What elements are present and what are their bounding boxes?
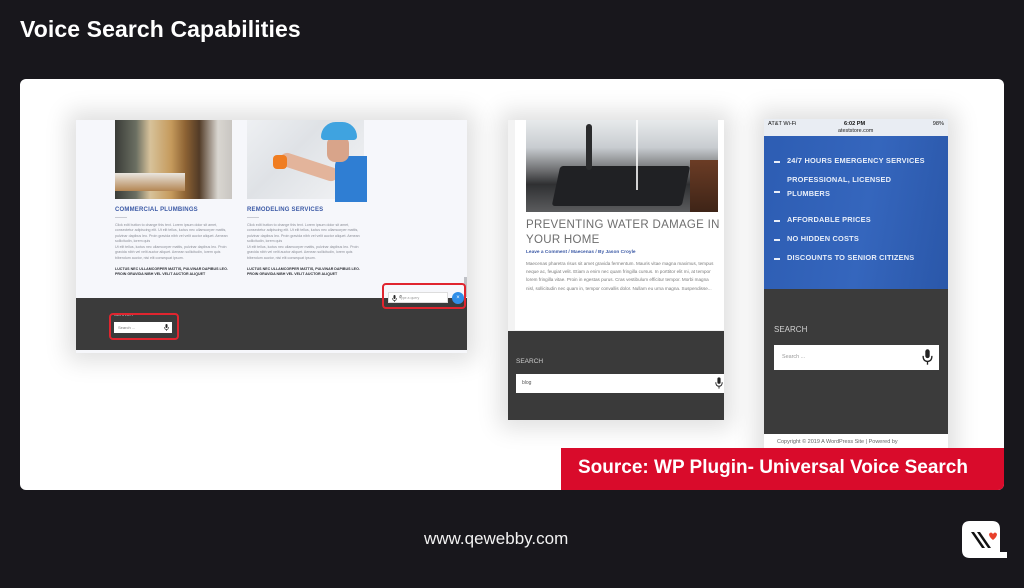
microphone-icon[interactable] xyxy=(715,377,723,389)
footer-url[interactable]: www.qewebby.com xyxy=(424,529,568,549)
blog-screenshot: PREVENTING WATER DAMAGE IN YOUR HOME Lea… xyxy=(508,120,724,420)
bullet-icon xyxy=(774,220,780,222)
search-value: blog xyxy=(522,380,532,386)
search-input[interactable]: blog xyxy=(516,374,724,393)
divider xyxy=(247,217,259,218)
screenshots-card: COMMERCIAL PLUMBINGS REMODELING SERVICES… xyxy=(20,79,1004,490)
service-bold-text: LUCTUS NEC ULLAMCORPER MATTIS, PULVINAR … xyxy=(247,267,360,277)
feature-item: PROFESSIONAL, LICENSED PLUMBERS xyxy=(787,175,892,198)
remodeling-image xyxy=(247,120,367,202)
features-section: 24/7 HOURS EMERGENCY SERVICES PROFESSION… xyxy=(764,136,948,289)
clock: 6:02 PM xyxy=(844,121,866,127)
search-placeholder: Search ... xyxy=(782,354,806,360)
service-text: Ut elit tellus, luctus nec ullamcorper m… xyxy=(115,245,227,260)
service-text: Ut elit tellus, luctus nec ullamcorper m… xyxy=(247,245,359,260)
service-heading: REMODELING SERVICES xyxy=(247,207,324,213)
highlight-box xyxy=(382,283,466,309)
service-text: Click edit button to change this text. L… xyxy=(247,223,360,244)
address-bar[interactable]: ateststore.com xyxy=(838,128,873,134)
service-text: Click edit button to change this text. L… xyxy=(115,223,228,244)
feature-item: DISCOUNTS TO SENIOR CITIZENS xyxy=(787,253,915,262)
post-title[interactable]: PREVENTING WATER DAMAGE IN YOUR HOME xyxy=(526,218,721,248)
microphone-icon[interactable] xyxy=(922,349,933,365)
bullet-icon xyxy=(774,161,780,163)
feature-item: 24/7 HOURS EMERGENCY SERVICES xyxy=(787,156,925,165)
search-label: SEARCH xyxy=(774,325,808,334)
carrier: AT&T Wi-Fi xyxy=(768,121,797,127)
desktop-screenshot: COMMERCIAL PLUMBINGS REMODELING SERVICES… xyxy=(76,120,467,353)
bullet-icon xyxy=(774,191,780,193)
post-meta[interactable]: Leave a Comment / Maecenas / By Jason Cr… xyxy=(526,250,636,255)
highlight-box xyxy=(109,313,179,340)
service-bold-text: LUCTUS NEC ULLAMCORPER MATTIS, PULVINAR … xyxy=(115,267,228,277)
commercial-plumbing-image xyxy=(115,120,232,199)
qewebby-logo-icon xyxy=(962,521,1007,558)
page-title: Voice Search Capabilities xyxy=(20,16,301,42)
service-heading: COMMERCIAL PLUMBINGS xyxy=(115,207,198,213)
copyright-text: Copyright © 2019 A WordPress Site | Powe… xyxy=(777,439,898,445)
bullet-icon xyxy=(774,239,780,241)
source-badge: Source: WP Plugin- Universal Voice Searc… xyxy=(561,448,1004,490)
feature-item: AFFORDABLE PRICES xyxy=(787,215,871,224)
divider xyxy=(115,217,127,218)
feature-item: NO HIDDEN COSTS xyxy=(787,234,859,243)
kitchen-sink-image xyxy=(526,120,718,212)
search-label: SEARCH xyxy=(516,358,544,365)
search-input[interactable]: Search ... xyxy=(774,345,939,370)
post-excerpt: Maecenas pharetra risus sit amet gravida… xyxy=(526,261,714,291)
mobile-screenshot: AT&T Wi-Fi 6:02 PM 98% ateststore.com 24… xyxy=(764,119,948,459)
bullet-icon xyxy=(774,258,780,260)
status-bar: AT&T Wi-Fi 6:02 PM 98% ateststore.com xyxy=(764,119,948,136)
battery-level: 98% xyxy=(932,121,944,127)
